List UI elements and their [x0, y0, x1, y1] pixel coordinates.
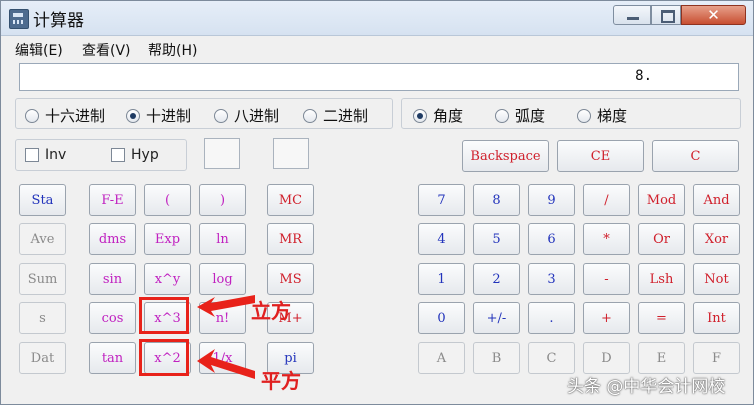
label-square: 平方 — [261, 369, 301, 393]
keypad-button[interactable]: 2 — [473, 263, 520, 295]
keypad-button: B — [473, 342, 520, 374]
function-button[interactable]: x^y — [144, 263, 191, 295]
keypad-button[interactable]: 9 — [528, 184, 575, 216]
menu-help[interactable]: 帮助(H) — [148, 40, 197, 60]
stat-button[interactable]: Sta — [19, 184, 66, 216]
keypad-button: E — [638, 342, 685, 374]
highlight-square-button — [139, 339, 189, 376]
radio-oct[interactable]: 八进制 — [214, 105, 279, 126]
keypad-button[interactable]: +/- — [473, 302, 520, 334]
radio-dot — [577, 108, 591, 123]
stat-button[interactable]: Sum — [19, 263, 66, 295]
checkbox-inv[interactable]: Inv — [25, 147, 66, 163]
keypad-button: F — [693, 342, 740, 374]
radio-dot — [25, 108, 39, 123]
memory-indicator — [273, 138, 309, 169]
keypad-button[interactable]: 8 — [473, 184, 520, 216]
keypad-button: A — [418, 342, 465, 374]
keypad-button[interactable]: Xor — [693, 223, 740, 255]
title-bar: 计算器 ✕ — [1, 1, 753, 36]
keypad-button[interactable]: * — [583, 223, 630, 255]
function-button[interactable]: ( — [144, 184, 191, 216]
keypad-button: D — [583, 342, 630, 374]
menu-edit[interactable]: 编辑(E) — [15, 40, 63, 60]
checkbox-box — [25, 148, 39, 162]
function-button[interactable]: Exp — [144, 223, 191, 255]
memory-button[interactable]: MR — [267, 223, 314, 255]
radio-bin[interactable]: 二进制 — [303, 105, 368, 126]
function-button[interactable]: F-E — [89, 184, 136, 216]
radio-dot — [214, 108, 228, 123]
keypad-button[interactable]: Lsh — [638, 263, 685, 295]
ce-button[interactable]: CE — [557, 140, 644, 172]
radio-dec[interactable]: 十进制 — [126, 105, 191, 126]
label-cube: 立方 — [251, 299, 291, 323]
function-button[interactable]: ln — [199, 223, 246, 255]
stat-button[interactable]: Ave — [19, 223, 66, 255]
display-value: 8. — [635, 68, 652, 84]
keypad-button[interactable]: 5 — [473, 223, 520, 255]
radio-degrees[interactable]: 角度 — [413, 105, 463, 126]
keypad-button[interactable]: 0 — [418, 302, 465, 334]
keypad-button[interactable]: . — [528, 302, 575, 334]
radio-hex[interactable]: 十六进制 — [25, 105, 105, 126]
keypad-button[interactable]: 3 — [528, 263, 575, 295]
keypad-button[interactable]: - — [583, 263, 630, 295]
memory-button[interactable]: MS — [267, 263, 314, 295]
keypad-button[interactable]: Or — [638, 223, 685, 255]
highlight-cube-button — [139, 297, 189, 334]
menu-bar: 编辑(E) 查看(V) 帮助(H) — [1, 37, 753, 61]
keypad-button: C — [528, 342, 575, 374]
c-button[interactable]: C — [652, 140, 739, 172]
function-button[interactable]: sin — [89, 263, 136, 295]
checkbox-hyp[interactable]: Hyp — [111, 147, 159, 163]
backspace-button[interactable]: Backspace — [462, 140, 549, 172]
radio-grads[interactable]: 梯度 — [577, 105, 627, 126]
maximize-button[interactable] — [651, 5, 681, 25]
checkbox-box — [111, 148, 125, 162]
keypad-button[interactable]: 4 — [418, 223, 465, 255]
close-button[interactable]: ✕ — [681, 5, 746, 25]
calculator-window: 计算器 ✕ 编辑(E) 查看(V) 帮助(H) 8. 十六进制 十进制 八进制 … — [0, 0, 754, 405]
radio-dot — [495, 108, 509, 123]
minimize-button[interactable] — [613, 5, 651, 25]
keypad-button[interactable]: = — [638, 302, 685, 334]
menu-view[interactable]: 查看(V) — [82, 40, 131, 60]
stat-button[interactable]: Dat — [19, 342, 66, 374]
function-button[interactable]: cos — [89, 302, 136, 334]
radio-radians[interactable]: 弧度 — [495, 105, 545, 126]
watermark: 头条 @中华会计网校 — [567, 377, 726, 397]
radio-dot-selected — [413, 108, 427, 123]
paren-indicator — [204, 138, 240, 169]
keypad-button[interactable]: Not — [693, 263, 740, 295]
close-icon: ✕ — [707, 6, 720, 24]
keypad-button[interactable]: 7 — [418, 184, 465, 216]
function-button[interactable]: ) — [199, 184, 246, 216]
function-button[interactable]: dms — [89, 223, 136, 255]
keypad-button[interactable]: 1 — [418, 263, 465, 295]
function-button[interactable]: tan — [89, 342, 136, 374]
keypad-button[interactable]: Int — [693, 302, 740, 334]
radio-dot-selected — [126, 108, 140, 123]
arrow-annotations — [197, 295, 255, 379]
radio-dot — [303, 108, 317, 123]
display-field[interactable]: 8. — [19, 63, 739, 91]
keypad-button[interactable]: 6 — [528, 223, 575, 255]
keypad-button[interactable]: / — [583, 184, 630, 216]
window-title: 计算器 — [33, 11, 84, 31]
calculator-icon — [9, 9, 29, 29]
memory-button[interactable]: MC — [267, 184, 314, 216]
keypad-button[interactable]: Mod — [638, 184, 685, 216]
keypad-button[interactable]: And — [693, 184, 740, 216]
keypad-button[interactable]: + — [583, 302, 630, 334]
stat-button[interactable]: s — [19, 302, 66, 334]
